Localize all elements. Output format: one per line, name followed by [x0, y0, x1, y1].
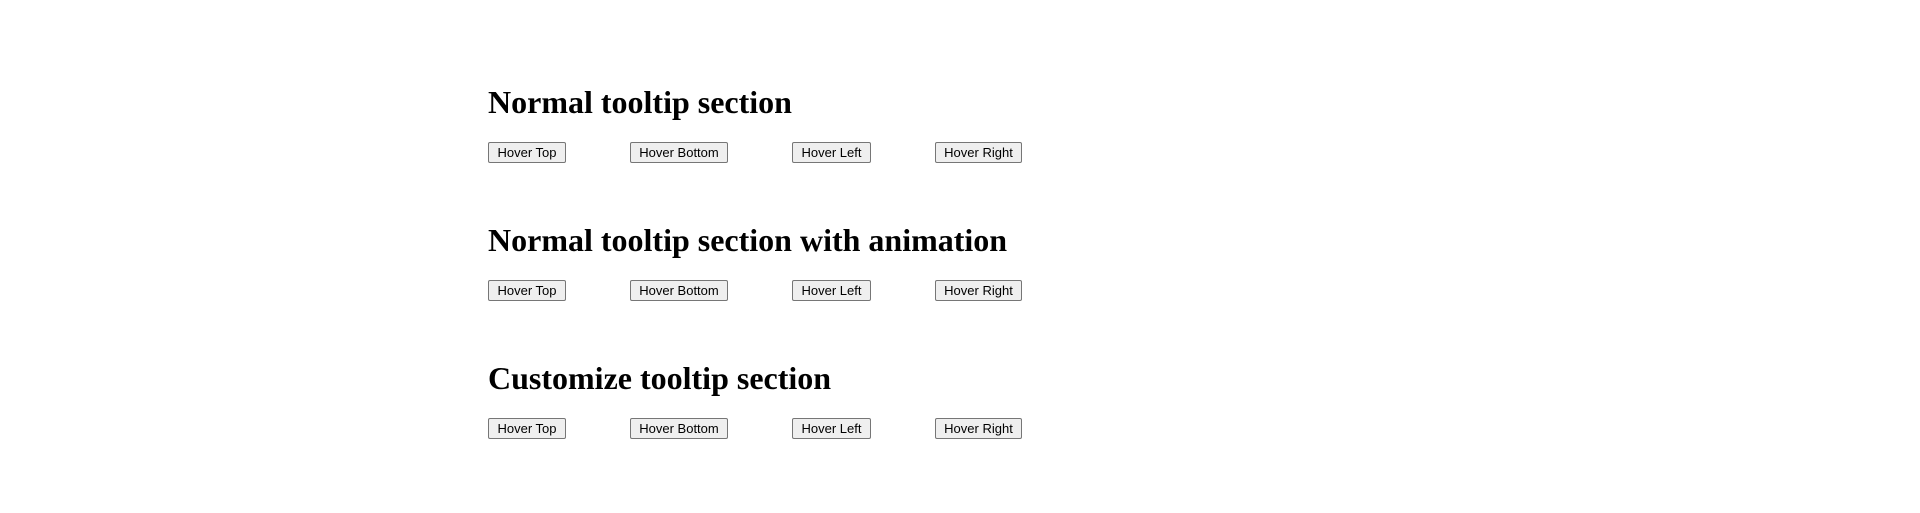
hover-left-button[interactable]: Hover Left: [792, 418, 871, 439]
section-title: Customize tooltip section: [488, 360, 832, 396]
tooltip-demo-page: Normal tooltip section Hover Top Hover B…: [0, 0, 1920, 513]
hover-left-button[interactable]: Hover Left: [792, 280, 871, 301]
animated-tooltip-section: Normal tooltip section with animation Ho…: [488, 216, 1388, 302]
tooltip-button-row: Hover Top Hover Bottom Hover Left Hover …: [488, 280, 1388, 302]
section-title: Normal tooltip section: [488, 84, 792, 120]
hover-top-button[interactable]: Hover Top: [488, 418, 566, 439]
tooltip-button-row: Hover Top Hover Bottom Hover Left Hover …: [488, 142, 1388, 164]
hover-left-button[interactable]: Hover Left: [792, 142, 871, 163]
hover-right-button[interactable]: Hover Right: [935, 418, 1022, 439]
hover-bottom-button[interactable]: Hover Bottom: [630, 418, 728, 439]
hover-bottom-button[interactable]: Hover Bottom: [630, 280, 728, 301]
hover-top-button[interactable]: Hover Top: [488, 280, 566, 301]
hover-right-button[interactable]: Hover Right: [935, 142, 1022, 163]
normal-tooltip-section: Normal tooltip section Hover Top Hover B…: [488, 78, 1388, 164]
hover-right-button[interactable]: Hover Right: [935, 280, 1022, 301]
tooltip-button-row: Hover Top Hover Bottom Hover Left Hover …: [488, 418, 1388, 440]
customize-tooltip-section: Customize tooltip section Hover Top Hove…: [488, 354, 1388, 440]
hover-bottom-button[interactable]: Hover Bottom: [630, 142, 728, 163]
section-title: Normal tooltip section with animation: [488, 222, 1008, 258]
hover-top-button[interactable]: Hover Top: [488, 142, 566, 163]
